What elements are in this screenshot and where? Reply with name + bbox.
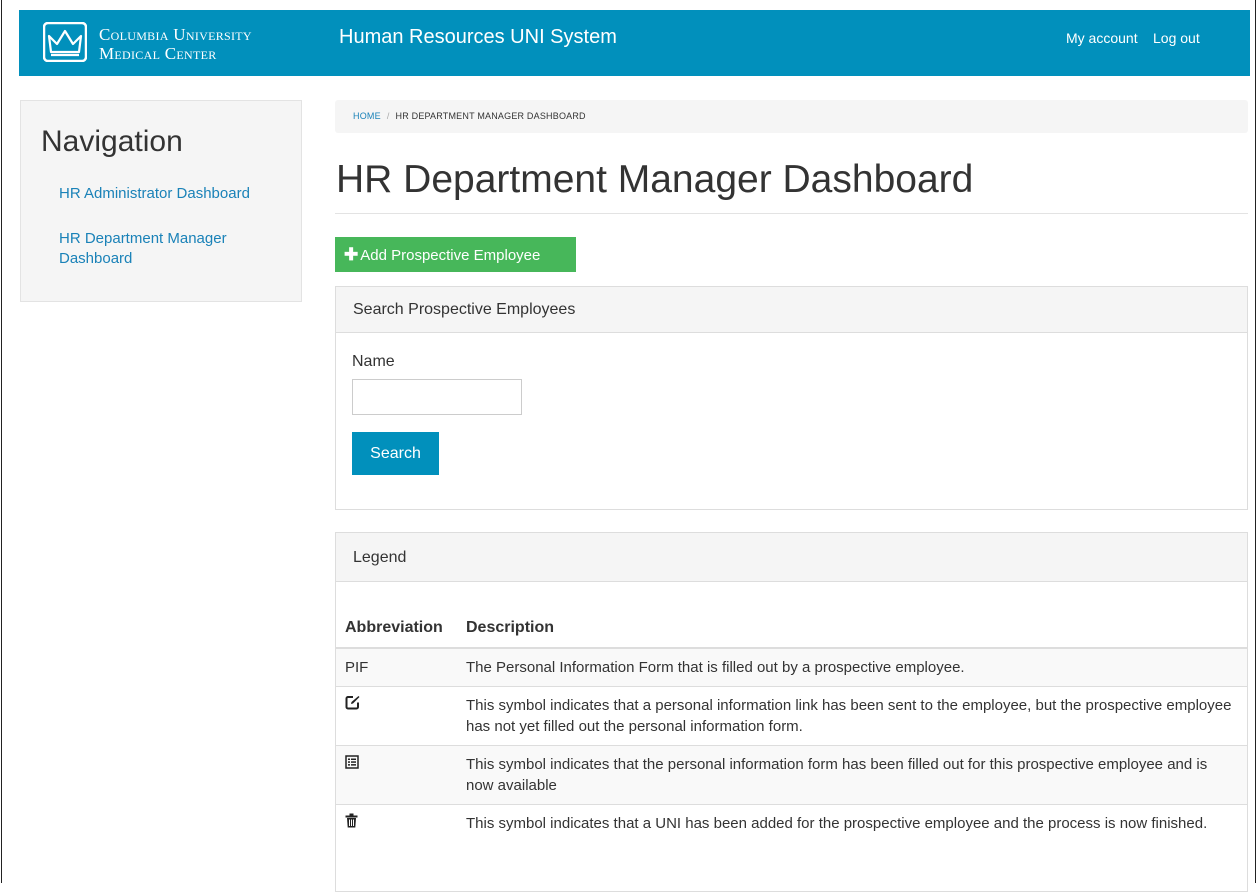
abbreviation-cell: PIF xyxy=(336,647,457,687)
app-title: Human Resources UNI System xyxy=(339,26,617,48)
description-cell: The Personal Information Form that is fi… xyxy=(457,647,1247,687)
crown-logo-icon xyxy=(43,22,87,62)
legend-panel-heading: Legend xyxy=(336,533,1247,582)
log-out-link[interactable]: Log out xyxy=(1153,30,1200,46)
brand-name: Columbia University Medical Center xyxy=(99,25,252,63)
page-title: HR Department Manager Dashboard xyxy=(336,158,974,201)
legend-panel: Legend Abbreviation Description PIF The … xyxy=(335,532,1248,892)
table-row: PIF The Personal Information Form that i… xyxy=(336,647,1247,687)
abbreviation-cell xyxy=(336,745,457,805)
search-panel: Search Prospective Employees Name Search xyxy=(335,286,1248,510)
search-button[interactable]: Search xyxy=(352,432,439,475)
my-account-link[interactable]: My account xyxy=(1066,30,1138,46)
description-cell: This symbol indicates that a personal in… xyxy=(457,686,1247,746)
brand-line-1: Columbia University xyxy=(99,25,252,44)
search-panel-heading: Search Prospective Employees xyxy=(336,287,1247,333)
breadcrumb-home[interactable]: HOME xyxy=(353,111,381,121)
list-form-icon xyxy=(345,755,359,769)
name-label: Name xyxy=(352,353,395,370)
breadcrumb-current: HR DEPARTMENT MANAGER DASHBOARD xyxy=(395,111,586,121)
sidebar-item-hr-department-manager-dashboard[interactable]: HR Department Manager Dashboard xyxy=(59,229,279,269)
breadcrumb: HOME / HR DEPARTMENT MANAGER DASHBOARD xyxy=(335,100,1248,133)
title-divider xyxy=(335,213,1248,214)
name-search-input[interactable] xyxy=(352,379,522,415)
edit-square-icon xyxy=(345,696,360,710)
add-prospective-employee-button[interactable]: ✚ Add Prospective Employee xyxy=(335,237,576,272)
abbreviation-cell xyxy=(336,804,457,842)
column-header-abbreviation: Abbreviation xyxy=(336,609,457,649)
top-navbar: Columbia University Medical Center Human… xyxy=(19,10,1250,76)
legend-header-row: Abbreviation Description xyxy=(336,609,1247,649)
table-row: This symbol indicates that a personal in… xyxy=(336,686,1247,746)
navigation-sidebar: Navigation HR Administrator Dashboard HR… xyxy=(20,100,302,302)
sidebar-title: Navigation xyxy=(41,125,183,158)
description-cell: This symbol indicates that the personal … xyxy=(457,745,1247,805)
table-row: This symbol indicates that the personal … xyxy=(336,745,1247,805)
brand-line-2: Medical Center xyxy=(99,44,217,63)
sidebar-item-hr-administrator-dashboard[interactable]: HR Administrator Dashboard xyxy=(59,184,250,204)
plus-icon: ✚ xyxy=(344,245,359,264)
table-row: This symbol indicates that a UNI has bee… xyxy=(336,804,1247,842)
trash-icon xyxy=(345,813,358,828)
description-cell: This symbol indicates that a UNI has bee… xyxy=(457,804,1247,842)
column-header-description: Description xyxy=(457,609,1247,649)
breadcrumb-separator: / xyxy=(386,111,390,121)
add-button-label: Add Prospective Employee xyxy=(360,247,541,264)
legend-table: Abbreviation Description PIF The Persona… xyxy=(336,609,1247,842)
abbreviation-cell xyxy=(336,686,457,746)
